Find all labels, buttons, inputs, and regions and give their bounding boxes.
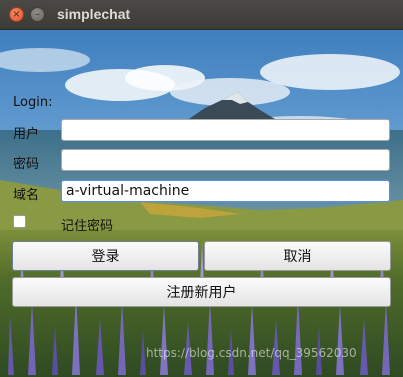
cancel-button[interactable]: 取消 [204,241,391,271]
login-button[interactable]: 登录 [12,241,199,271]
window-title: simplechat [57,6,131,22]
minimize-icon: – [35,8,40,20]
password-label: 密码 [13,157,40,172]
remember-password-label: 记住密码 [61,219,114,234]
register-button[interactable]: 注册新用户 [12,277,391,307]
title-bar[interactable]: × – simplechat [0,0,403,30]
domain-label: 域名 [13,188,40,203]
remember-password-checkbox[interactable] [13,215,26,228]
login-heading: Login: [13,95,53,110]
username-label: 用户 [13,127,40,142]
close-icon: × [12,8,21,20]
minimize-window-button[interactable]: – [30,7,45,22]
close-window-button[interactable]: × [9,7,24,22]
username-input[interactable] [61,119,390,141]
background-landscape-image [0,30,403,377]
domain-input[interactable] [61,180,390,202]
watermark-text: https://blog.csdn.net/qq_39562030 [146,346,357,360]
password-input[interactable] [61,149,390,171]
app-window: × – simplechat Login: 用户 密码 域名 a-virtual… [0,0,403,377]
login-panel: Login: 用户 密码 域名 记住密码 登录 取消 注册新用户 https:/… [0,30,403,377]
